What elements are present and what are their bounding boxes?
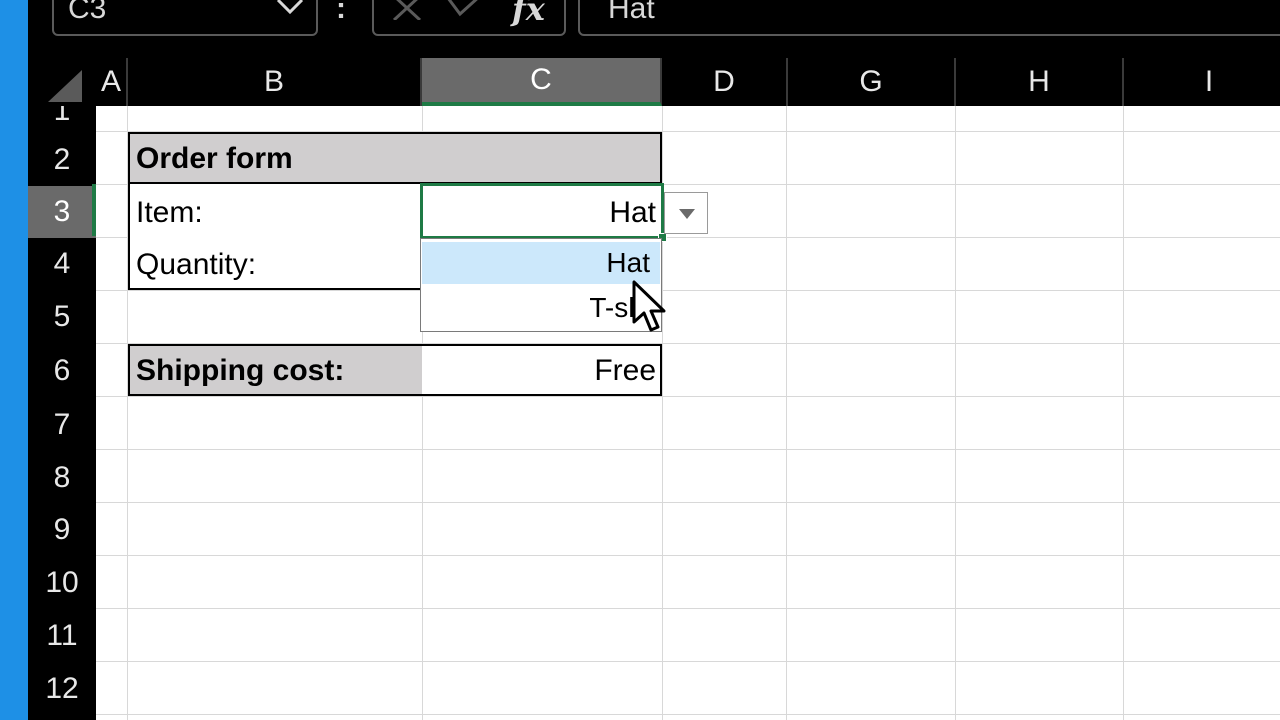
row-header-7[interactable]: 7: [28, 398, 96, 452]
row-header-6[interactable]: 6: [28, 344, 96, 398]
gridline: [96, 555, 1280, 556]
gridline: [96, 396, 1280, 397]
column-header-c[interactable]: C: [422, 58, 662, 106]
mouse-pointer-icon: [632, 280, 666, 332]
column-header-g[interactable]: G: [788, 58, 956, 106]
row-header-10[interactable]: 10: [28, 556, 96, 610]
row-header-8[interactable]: 8: [28, 452, 96, 504]
row-header-3[interactable]: 3: [28, 186, 96, 238]
order-form-title: Order form: [136, 142, 293, 175]
row-header-5[interactable]: 5: [28, 290, 96, 344]
column-header-d[interactable]: D: [662, 58, 788, 106]
formula-input-value[interactable]: Hat: [608, 0, 655, 26]
column-header-b[interactable]: B: [128, 58, 422, 106]
cancel-icon[interactable]: [390, 0, 424, 20]
gridline: [96, 290, 1280, 291]
shipping-label: Shipping cost:: [136, 354, 345, 387]
gridline: [786, 106, 787, 720]
dropdown-option-hat[interactable]: Hat: [422, 242, 660, 284]
row-header-1-label: 1: [53, 106, 71, 127]
shipping-value[interactable]: Free: [420, 354, 656, 388]
row-header-12[interactable]: 12: [28, 662, 96, 716]
item-label: Item:: [136, 196, 203, 229]
chevron-down-icon[interactable]: [274, 0, 306, 20]
column-header-a[interactable]: A: [96, 58, 128, 106]
gridline: [96, 661, 1280, 662]
gridline: [96, 608, 1280, 609]
gridline: [96, 449, 1280, 450]
chevron-down-icon: [679, 209, 695, 219]
item-value[interactable]: Hat: [420, 196, 656, 230]
gridline: [96, 502, 1280, 503]
checkmark-icon[interactable]: [446, 0, 482, 20]
row-header-1[interactable]: 1: [28, 106, 96, 128]
gridline: [955, 106, 956, 720]
select-all-corner[interactable]: [28, 58, 96, 106]
quantity-label: Quantity:: [136, 248, 257, 281]
insert-function-icon[interactable]: fx: [512, 0, 545, 28]
row-header-9[interactable]: 9: [28, 504, 96, 556]
row-header-11[interactable]: 11: [28, 610, 96, 662]
column-header-i[interactable]: I: [1124, 58, 1280, 106]
row-header-4[interactable]: 4: [28, 238, 96, 290]
formula-input[interactable]: [578, 0, 1280, 36]
dropdown-option-tshirt[interactable]: T-shi: [422, 286, 660, 330]
select-all-triangle-icon: [48, 70, 82, 102]
window-edge-stripe: [0, 0, 28, 720]
name-box-value[interactable]: C3: [68, 0, 106, 26]
dropdown-button[interactable]: [664, 192, 708, 234]
gridline: [96, 714, 1280, 715]
gridline: [1123, 106, 1124, 720]
row-header-2[interactable]: 2: [28, 134, 96, 186]
column-header-h[interactable]: H: [956, 58, 1124, 106]
formula-bar-separator: :: [336, 0, 346, 25]
